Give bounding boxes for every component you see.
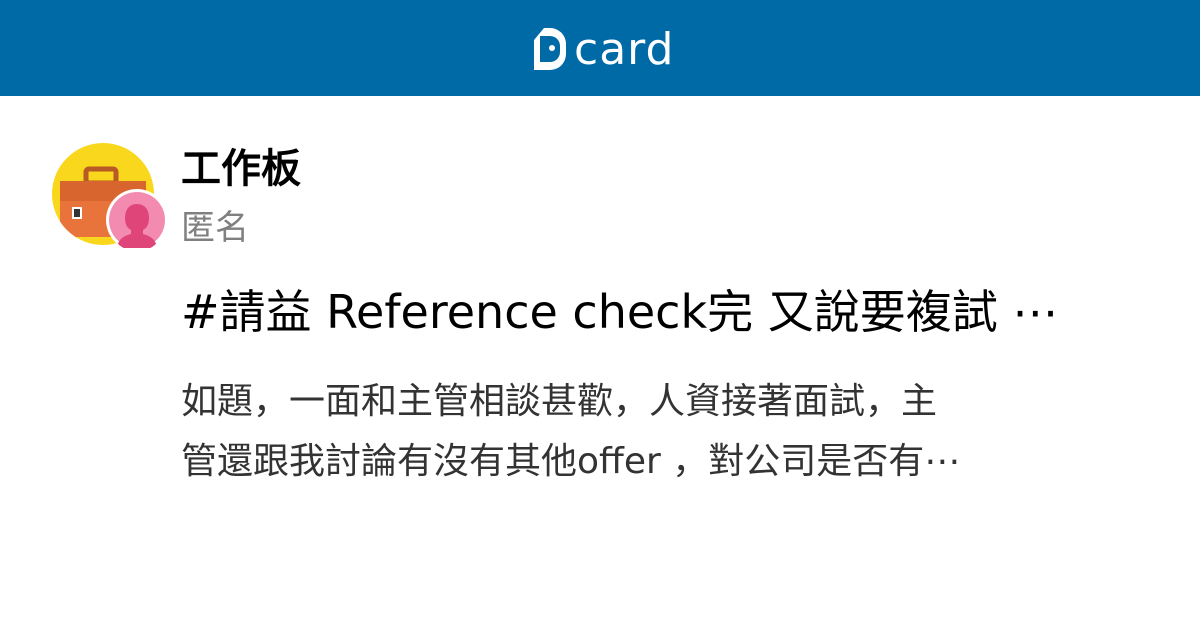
board-name[interactable]: 工作板 xyxy=(181,142,301,196)
top-header-bar: card xyxy=(0,0,1200,96)
dcard-logo-text: card xyxy=(574,24,675,75)
excerpt-line: 管還跟我討論有沒有其他offer ，對公司是否有⋯ xyxy=(181,441,961,482)
post-excerpt: 如題，一面和主管相談甚歡，人資接著面試，主 管還跟我討論有沒有其他offer ，… xyxy=(181,372,1141,492)
post-title[interactable]: #請益 Reference check完 又說要複試 ⋯ xyxy=(181,280,1121,344)
user-avatar[interactable] xyxy=(106,189,168,251)
dcard-logo-icon xyxy=(534,28,566,70)
excerpt-line: 如題，一面和主管相談甚歡，人資接著面試，主 xyxy=(181,381,938,422)
dcard-logo[interactable]: card xyxy=(530,22,674,76)
author-name: 匿名 xyxy=(181,208,249,248)
anonymous-female-icon xyxy=(109,192,165,248)
